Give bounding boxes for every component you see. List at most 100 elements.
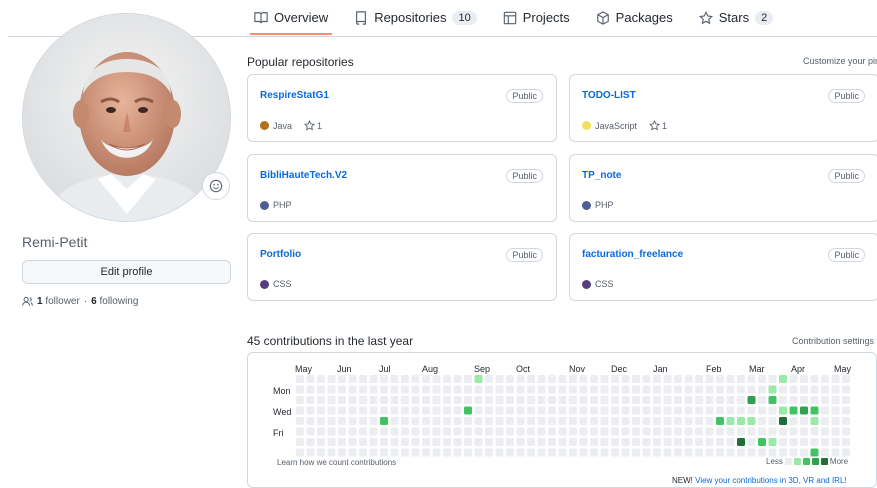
- new-label: NEW!: [672, 476, 693, 485]
- month-label: Aug: [422, 364, 439, 374]
- language-color-dot: [260, 200, 269, 210]
- repo-meta: CSS: [582, 279, 614, 289]
- day-label: Mon: [273, 386, 291, 396]
- star-icon: [698, 10, 713, 24]
- month-label: Dec: [611, 364, 628, 374]
- stargazers-link[interactable]: 1: [649, 120, 667, 131]
- legend-swatch: [784, 458, 792, 465]
- visibility-badge: Public: [506, 248, 543, 262]
- book-icon: [254, 11, 268, 23]
- tab-packages-label: Packages: [615, 10, 673, 25]
- language-color-dot: [260, 279, 269, 289]
- tab-stars-label: Stars: [718, 10, 750, 25]
- contribution-legend: Less More: [766, 457, 848, 466]
- popular-repositories-title: Popular repositories: [247, 55, 354, 69]
- month-label: Jun: [337, 364, 352, 374]
- repo-meta: PHP: [260, 200, 292, 210]
- language-label: Java: [273, 120, 293, 131]
- stargazers-link[interactable]: 1: [304, 120, 322, 131]
- followers-link[interactable]: 1 follower: [37, 296, 80, 307]
- repo-meta: Java 1: [260, 120, 322, 131]
- skyline-link[interactable]: View your contributions in 3D, VR and IR…: [695, 476, 846, 485]
- legend-less: Less: [766, 457, 783, 466]
- avatar[interactable]: [22, 13, 231, 222]
- star-count: 1: [662, 120, 668, 131]
- followers-label: follower: [45, 296, 80, 307]
- contributions-title: 45 contributions in the last year: [247, 334, 414, 348]
- tab-stars[interactable]: Stars 2: [695, 0, 777, 35]
- follow-separator: ·: [83, 296, 88, 307]
- new-feature-notice: NEW! View your contributions in 3D, VR a…: [672, 476, 847, 485]
- visibility-badge: Public: [828, 89, 865, 103]
- month-label: Feb: [706, 364, 722, 374]
- language-label: PHP: [595, 200, 614, 210]
- month-label: Jan: [653, 364, 668, 374]
- language-color-dot: [260, 121, 269, 130]
- repo-link[interactable]: facturation_freelance: [582, 249, 683, 260]
- star-count: 1: [317, 120, 323, 131]
- visibility-badge: Public: [828, 169, 865, 183]
- language-label: JavaScript: [595, 120, 638, 131]
- pinned-repo-card: RespireStatG1 Public Java 1: [247, 74, 557, 142]
- tab-projects-label: Projects: [522, 10, 570, 25]
- repo-meta: PHP: [582, 200, 614, 210]
- repo-link[interactable]: BibliHauteTech.V2: [260, 170, 347, 181]
- month-label: Apr: [791, 364, 806, 374]
- repositories-counter: 10: [452, 10, 477, 25]
- star-icon: [649, 120, 661, 131]
- language-label: PHP: [273, 200, 292, 210]
- legend-swatch: [811, 458, 819, 465]
- edit-profile-button[interactable]: Edit profile: [22, 260, 231, 284]
- follow-stats: 1 follower · 6 following: [22, 296, 138, 307]
- day-label: Wed: [273, 407, 292, 417]
- customize-pins-link[interactable]: Customize your pins: [803, 56, 877, 66]
- profile-tabs: Overview Repositories 10 Projects Packag…: [250, 0, 777, 35]
- table-icon: [503, 11, 516, 24]
- repo-meta: CSS: [260, 279, 292, 289]
- visibility-badge: Public: [506, 169, 543, 183]
- tab-repositories-label: Repositories: [374, 10, 447, 25]
- star-icon: [304, 120, 316, 131]
- stars-counter: 2: [755, 10, 774, 25]
- repo-link[interactable]: Portfolio: [260, 249, 301, 260]
- month-label: Oct: [516, 364, 531, 374]
- month-label: Jul: [379, 364, 391, 374]
- day-label: Fri: [273, 428, 284, 438]
- tab-overview[interactable]: Overview: [250, 0, 333, 35]
- following-count: 6: [91, 296, 97, 307]
- language-color-dot: [582, 121, 591, 130]
- month-label: May: [295, 364, 313, 374]
- visibility-badge: Public: [828, 248, 865, 262]
- visibility-badge: Public: [506, 89, 543, 103]
- language-label: CSS: [595, 279, 614, 289]
- legend-more: More: [829, 457, 849, 466]
- language-color-dot: [582, 279, 591, 289]
- following-label: following: [99, 296, 139, 307]
- repo-link[interactable]: RespireStatG1: [260, 90, 329, 101]
- pinned-repo-card: TODO-LIST Public JavaScript 1: [569, 74, 877, 142]
- tab-overview-label: Overview: [274, 10, 329, 25]
- smiley-icon: [209, 179, 223, 193]
- people-icon: [22, 296, 33, 306]
- tab-packages[interactable]: Packages: [592, 0, 677, 35]
- month-label: Mar: [749, 364, 765, 374]
- month-label: Nov: [569, 364, 586, 374]
- learn-contributions-link[interactable]: Learn how we count contributions: [277, 458, 396, 467]
- language-label: CSS: [273, 279, 292, 289]
- username: Remi-Petit: [22, 234, 88, 250]
- tab-projects[interactable]: Projects: [499, 0, 574, 35]
- legend-swatch: [802, 458, 810, 465]
- pinned-repo-card: facturation_freelance Public CSS: [569, 233, 877, 301]
- tab-repositories[interactable]: Repositories 10: [350, 0, 481, 35]
- pinned-repo-card: TP_note Public PHP: [569, 154, 877, 222]
- set-status-button[interactable]: [202, 172, 230, 200]
- legend-swatch: [820, 458, 828, 465]
- repo-meta: JavaScript 1: [582, 120, 667, 131]
- following-link[interactable]: 6 following: [91, 296, 138, 307]
- language-color-dot: [582, 200, 591, 210]
- repo-link[interactable]: TP_note: [582, 170, 621, 181]
- repo-link[interactable]: TODO-LIST: [582, 90, 636, 101]
- avatar-photo: [23, 14, 230, 221]
- followers-count: 1: [37, 296, 43, 307]
- contribution-settings-dropdown[interactable]: Contribution settings ▾: [792, 336, 877, 347]
